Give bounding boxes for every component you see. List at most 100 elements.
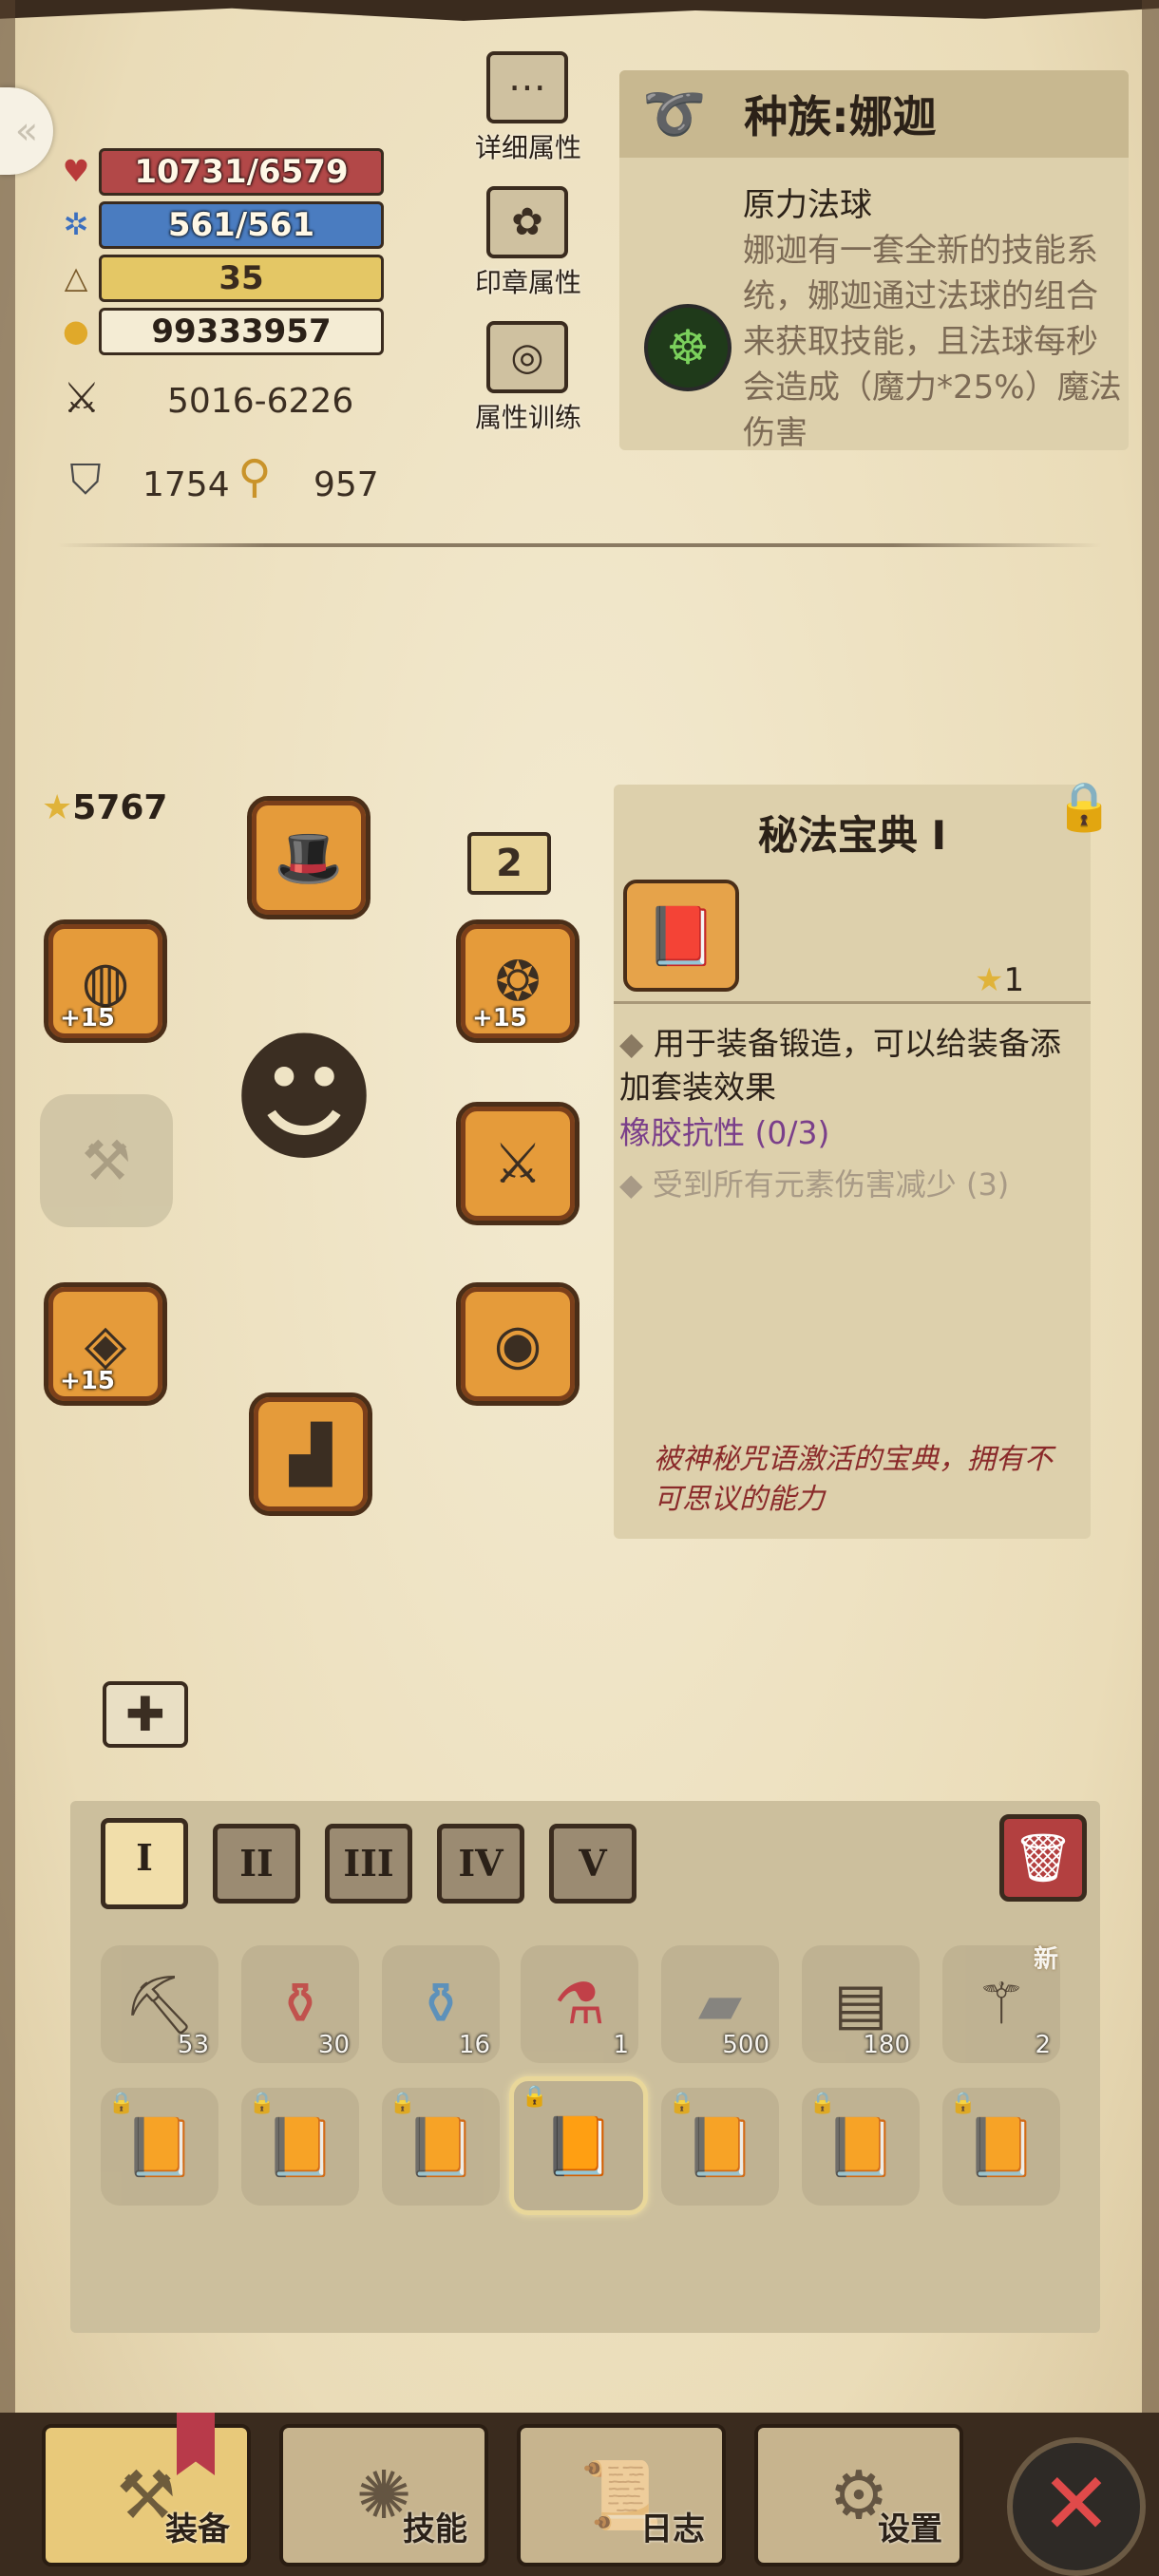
blue-potion-icon: ⚱ <box>416 1971 466 2037</box>
lock-icon: 🔒 <box>249 2092 276 2115</box>
shield-icon: ⛉ <box>69 456 102 504</box>
item-set-effect-text: 受到所有元素伤害减少 (3) <box>652 1166 1010 1203</box>
inventory-cell-red-potion[interactable]: ⚱ 30 <box>241 1945 359 2063</box>
belt-slot[interactable]: ◉ <box>456 1282 580 1406</box>
nav-skills-button[interactable]: ✺ 技能 <box>279 2424 488 2567</box>
right-edge <box>1142 0 1159 2576</box>
inventory-cell-spellbook[interactable]: 🔒 📙 <box>382 2088 500 2206</box>
lock-icon: 🔒 <box>950 2092 977 2115</box>
equipment-set-badge[interactable]: 2 <box>467 832 551 895</box>
flower-seal-icon: ✿ <box>486 186 568 258</box>
race-header: ➰ 种族:娜迦 <box>619 70 1129 158</box>
spear-icon: ⚔ <box>493 1131 542 1196</box>
attribute-training-button[interactable]: ◎ 属性训练 <box>475 321 582 435</box>
cell-qty: 16 <box>458 2031 490 2059</box>
spellbook-icon: 📙 <box>965 2113 1037 2181</box>
detail-attributes-button[interactable]: ⋯ 详细属性 <box>475 51 581 165</box>
tab-2[interactable]: II <box>213 1824 300 1904</box>
bracer-slot[interactable]: ◈ +15 <box>44 1282 167 1406</box>
shovel-icon: ⚚ <box>976 1971 1027 2037</box>
spellbook-icon: 📙 <box>405 2113 477 2181</box>
target-icon: ◎ <box>486 321 568 393</box>
tab-4[interactable]: IV <box>437 1824 524 1904</box>
mp-bar: 561/561 <box>99 201 384 249</box>
trash-icon: 🗑 <box>1013 1830 1074 1885</box>
naga-hero-character: ☻ <box>229 1016 379 1182</box>
helmet-icon: 🎩 <box>274 824 344 890</box>
race-skill-text: 娜迦有一套全新的技能系统，娜迦通过法球的组合来获取技能，且法球每秒会造成（魔力*… <box>743 232 1122 450</box>
item-info-panel: 秘法宝典 I 🔒 📕 ★1 ◆ 用于装备锻造，可以给装备添加套装效果 橡胶抗性 … <box>614 779 1113 1539</box>
star-icon: ★ <box>42 788 73 827</box>
tab-1[interactable]: I <box>101 1818 188 1909</box>
seal-attributes-button[interactable]: ✿ 印章属性 <box>475 186 581 300</box>
item-flavor-text: 被神秘咒语激活的宝典，拥有不可思议的能力 <box>654 1443 1053 1516</box>
inventory-cell-spellbook-selected[interactable]: 🔒 📙 <box>509 2076 648 2215</box>
inventory-cell-spellbook[interactable]: 🔒 📙 <box>661 2088 779 2206</box>
race-description: 原力法球 娜迦有一套全新的技能系统，娜迦通过法球的组合来获取技能，且法球每秒会造… <box>743 182 1123 450</box>
spellbook-icon: 📙 <box>264 2113 336 2181</box>
cell-qty: 2 <box>1035 2031 1051 2059</box>
cell-qty: 500 <box>722 2031 770 2059</box>
item-set-effect: ◆ 受到所有元素伤害减少 (3) <box>619 1161 1009 1204</box>
nav-skills-label: 技能 <box>403 2510 467 2548</box>
lock-icon: 🔒 <box>108 2092 135 2115</box>
attack-value: 5016-6226 <box>167 382 354 421</box>
inventory-cell-spellbook[interactable]: 🔒 📙 <box>101 2088 218 2206</box>
nav-equip-button[interactable]: ⚒ 装备 <box>42 2424 251 2567</box>
left-ring-plus: +15 <box>60 1004 115 1032</box>
cell-qty: 30 <box>317 2031 350 2059</box>
add-plus-button[interactable]: ✚ <box>103 1681 188 1748</box>
defense-value: 1754 <box>142 465 230 504</box>
nav-equip-label: 装备 <box>165 2510 230 2548</box>
inventory-cell-spellbook[interactable]: 🔒 📙 <box>942 2088 1060 2206</box>
magic-staff-icon: ⚲ <box>238 450 272 503</box>
nav-settings-label: 设置 <box>878 2510 942 2548</box>
lock-icon[interactable]: 🔒 <box>1054 779 1113 840</box>
weapon-slot[interactable]: ⚔ <box>456 1102 580 1225</box>
bullet-icon: ◆ <box>619 1166 653 1203</box>
attribute-training-label: 属性训练 <box>475 402 582 433</box>
weapon-silhouette-icon: ⚒ <box>82 1128 131 1193</box>
inventory-cell-red-flask[interactable]: ⚗ 1 <box>521 1945 638 2063</box>
inventory-cell-pickaxe[interactable]: ⛏ 53 <box>101 1945 218 2063</box>
cell-qty: 1 <box>613 2031 629 2059</box>
nav-log-button[interactable]: 📜 日志 <box>517 2424 726 2567</box>
lock-icon: 🔒 <box>809 2092 836 2115</box>
lock-icon: 🔒 <box>669 2092 695 2115</box>
inventory-cell-shovel[interactable]: ⚚ 新 2 <box>942 1945 1060 2063</box>
spellbook-icon: 📙 <box>124 2113 196 2181</box>
spellbook-icon: 📙 <box>825 2113 897 2181</box>
inventory-cell-iron-ingot[interactable]: ▰ 500 <box>661 1945 779 2063</box>
right-ring-slot[interactable]: ❂ +15 <box>456 919 580 1043</box>
section-divider <box>57 543 1102 547</box>
trash-button[interactable]: 🗑 <box>999 1814 1087 1902</box>
inventory-cell-chest[interactable]: ▤ 180 <box>802 1945 920 2063</box>
cell-qty: 180 <box>863 2031 910 2059</box>
equipment-score: ★5767 <box>42 788 167 827</box>
race-skill-name: 原力法球 <box>743 186 872 224</box>
close-icon: ✕ <box>1040 2454 1112 2554</box>
lock-icon: 🔒 <box>522 2085 548 2109</box>
helmet-slot[interactable]: 🎩 <box>247 796 370 919</box>
chest-icon: ▤ <box>833 1971 888 2037</box>
naga-avatar-icon: ☸ <box>644 304 732 391</box>
close-button[interactable]: ✕ <box>1007 2437 1146 2576</box>
red-potion-icon: ⚱ <box>276 1971 325 2037</box>
inventory-cell-blue-potion[interactable]: ⚱ 16 <box>382 1945 500 2063</box>
bullet-icon: ◆ <box>619 1025 654 1062</box>
item-description: ◆ 用于装备锻造，可以给装备添加套装效果 <box>619 1022 1085 1109</box>
cell-qty: 53 <box>177 2031 209 2059</box>
empty-weapon-slot[interactable]: ⚒ <box>40 1094 173 1227</box>
nav-settings-button[interactable]: ⚙ 设置 <box>754 2424 963 2567</box>
tab-3[interactable]: III <box>325 1824 412 1904</box>
left-ring-slot[interactable]: ◍ +15 <box>44 919 167 1043</box>
lock-icon: 🔒 <box>390 2092 416 2115</box>
equipment-score-value: 5767 <box>72 788 168 827</box>
magic-value: 957 <box>314 465 379 504</box>
inventory-cell-spellbook[interactable]: 🔒 📙 <box>241 2088 359 2206</box>
level-bar: 35 <box>99 255 384 302</box>
tab-5[interactable]: V <box>549 1824 636 1904</box>
red-flask-icon: ⚗ <box>554 1971 605 2037</box>
inventory-cell-spellbook[interactable]: 🔒 📙 <box>802 2088 920 2206</box>
boots-slot[interactable]: ▟ <box>249 1392 372 1516</box>
